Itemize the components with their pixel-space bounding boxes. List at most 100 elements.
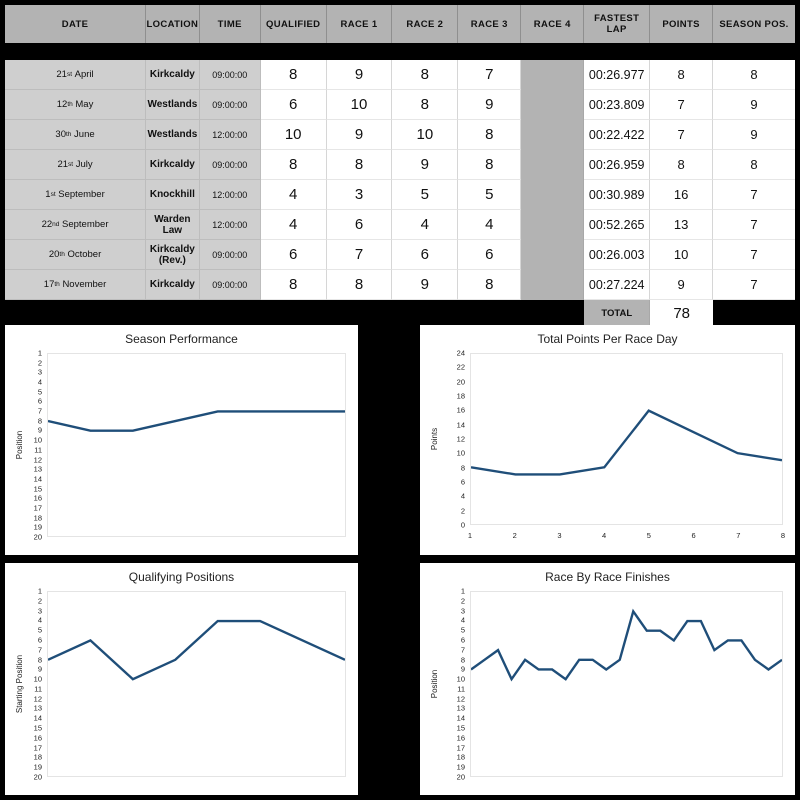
column-header-race-1[interactable]: RACE 1 xyxy=(327,5,393,43)
chart-title: Season Performance xyxy=(125,332,238,346)
cell-points: 13 xyxy=(650,210,714,240)
x-axis-tick-label: 7 xyxy=(736,531,741,540)
cell-race3: 8 xyxy=(458,150,522,180)
date-month: October xyxy=(67,249,102,260)
cell-race4 xyxy=(521,240,585,270)
cell-date: 17th November xyxy=(5,270,147,300)
table-row[interactable]: 21st July Kirkcaldy 09:00:00 8 8 9 8 00:26.959 8… xyxy=(5,150,795,180)
table-row[interactable]: 22nd September Warden Law 12:00:00 4 6 4 4 00:5… xyxy=(5,210,795,240)
cell-fastest-lap: 00:23.809 xyxy=(584,90,651,120)
column-header-points[interactable]: POINTS xyxy=(650,5,714,43)
y-axis-tick-label: 7 xyxy=(37,645,42,655)
y-axis-tick-label: 7 xyxy=(460,645,465,655)
column-header-location[interactable]: LOCATION xyxy=(146,5,200,43)
chart-data-line xyxy=(48,619,345,681)
y-axis-tick-label: 10 xyxy=(456,448,465,458)
cell-race2: 10 xyxy=(392,120,459,150)
y-axis-tick-label: 11 xyxy=(457,684,465,694)
cell-time: 09:00:00 xyxy=(199,270,261,300)
y-axis-tick-label: 16 xyxy=(456,405,465,415)
y-axis-tick-label: 14 xyxy=(456,420,465,430)
cell-points: 8 xyxy=(650,60,714,90)
cell-race4 xyxy=(521,150,585,180)
y-axis-tick-label: 2 xyxy=(460,596,465,606)
column-header-race-2[interactable]: RACE 2 xyxy=(392,5,459,43)
cell-race4 xyxy=(521,270,585,300)
x-axis-tick-label: 4 xyxy=(602,531,607,540)
cell-location: Kirkcaldy xyxy=(146,60,200,90)
y-axis-tick-label: 14 xyxy=(33,474,42,484)
column-header-time[interactable]: TIME xyxy=(200,5,261,43)
chart-plot-area xyxy=(470,591,783,777)
table-row[interactable]: 17th November Kirkcaldy 09:00:00 8 8 9 8 00:27.… xyxy=(5,270,795,300)
cell-race4 xyxy=(521,120,585,150)
cell-points: 9 xyxy=(650,270,714,300)
cell-season-pos: 7 xyxy=(713,180,795,210)
x-axis-tick-label: 5 xyxy=(646,531,651,540)
y-axis-tick-label: 6 xyxy=(460,635,465,645)
chart-panel-season-performance: Season Performance 1 2 3 4 5 6 7 8 9 10 11 12 13 14 15 1… xyxy=(5,325,358,555)
x-axis-tick-label: 3 xyxy=(557,531,562,540)
total-row-spacer xyxy=(5,300,584,326)
column-header-race-4[interactable]: RACE 4 xyxy=(521,5,585,43)
y-axis-tick-label: 6 xyxy=(37,396,42,406)
date-ordinal-suffix: th xyxy=(67,101,73,108)
chart-panel-total-points-per-race-day: Total Points Per Race Day 0 2 4 6 8 10 12 14 16 18… xyxy=(420,325,795,555)
chart-title: Qualifying Positions xyxy=(128,570,235,584)
table-row[interactable]: 30th June Westlands 12:00:00 10 9 10 8 00:22.42… xyxy=(5,120,795,150)
y-axis-tick-label: 8 xyxy=(37,416,42,426)
table-row[interactable]: 12th May Westlands 09:00:00 6 10 8 9 00:23.809 7… xyxy=(5,90,795,120)
column-header-fastest-lap[interactable]: FASTEST LAP xyxy=(584,5,651,43)
column-header-season-pos[interactable]: SEASON POS. xyxy=(713,5,795,43)
date-ordinal-suffix: st xyxy=(68,161,74,168)
cell-fastest-lap: 00:27.224 xyxy=(584,270,651,300)
y-axis-tick-label: 2 xyxy=(460,506,465,516)
table-row[interactable]: 21st April Kirkcaldy 09:00:00 8 9 8 7 00:26.977… xyxy=(5,60,795,90)
date-day: 21 xyxy=(57,159,69,170)
cell-location: Kirkcaldy xyxy=(146,150,200,180)
cell-fastest-lap: 00:26.977 xyxy=(584,60,651,90)
date-month: November xyxy=(62,279,107,290)
results-table-total-row: TOTAL 78 xyxy=(5,300,795,326)
y-axis-tick-label: 15 xyxy=(33,484,42,494)
y-axis-tick-label: 7 xyxy=(37,406,42,416)
y-axis-tick-label: 5 xyxy=(37,625,42,635)
cell-date: 12th May xyxy=(5,90,147,120)
table-row[interactable]: 1st September Knockhill 12:00:00 4 3 5 5 00:30.… xyxy=(5,180,795,210)
chart-title: Race By Race Finishes xyxy=(545,570,670,584)
date-ordinal-suffix: th xyxy=(65,131,72,138)
cell-qualified: 6 xyxy=(260,90,327,120)
date-ordinal-suffix: st xyxy=(66,71,73,78)
column-header-race-3[interactable]: RACE 3 xyxy=(458,5,522,43)
cell-points: 7 xyxy=(650,120,714,150)
results-table-body: 21st April Kirkcaldy 09:00:00 8 9 8 7 00:26.977… xyxy=(5,60,795,300)
chart-data-line xyxy=(48,410,345,432)
y-axis-tick-label: 4 xyxy=(37,377,42,387)
chart-panel-qualifying-positions: Qualifying Positions 1 2 3 4 5 6 7 8 9 10 11 12 13 14 1… xyxy=(5,563,358,795)
cell-race4 xyxy=(521,90,585,120)
date-day: 12 xyxy=(56,99,68,110)
column-header-qualified[interactable]: QUALIFIED xyxy=(261,5,327,43)
chart-plot-area xyxy=(47,591,346,777)
cell-fastest-lap: 00:30.989 xyxy=(584,180,651,210)
date-ordinal-suffix: nd xyxy=(52,221,60,228)
y-axis-tick-label: 3 xyxy=(460,606,465,616)
cell-points: 8 xyxy=(650,150,714,180)
cell-time: 09:00:00 xyxy=(199,90,261,120)
cell-race4 xyxy=(521,180,585,210)
y-axis-tick-label: 14 xyxy=(33,713,42,723)
chart-title: Total Points Per Race Day xyxy=(537,332,678,346)
cell-time: 12:00:00 xyxy=(199,210,261,240)
y-axis-tick-label: 14 xyxy=(456,713,465,723)
x-axis-tick-label: 1 xyxy=(467,531,473,540)
cell-race3: 4 xyxy=(458,210,522,240)
table-row[interactable]: 20th October Kirkcaldy (Rev.) 09:00:00 6 7 6 6… xyxy=(5,240,795,270)
date-ordinal-suffix: th xyxy=(54,281,60,288)
cell-location: Warden Law xyxy=(146,210,200,240)
y-axis-tick-label: 12 xyxy=(456,434,465,444)
cell-race1: 3 xyxy=(326,180,393,210)
y-axis-tick-label: 10 xyxy=(456,674,465,684)
chart-plot-area xyxy=(470,353,783,525)
column-header-date[interactable]: DATE xyxy=(5,5,147,43)
y-axis-tick-label: 13 xyxy=(33,464,42,474)
